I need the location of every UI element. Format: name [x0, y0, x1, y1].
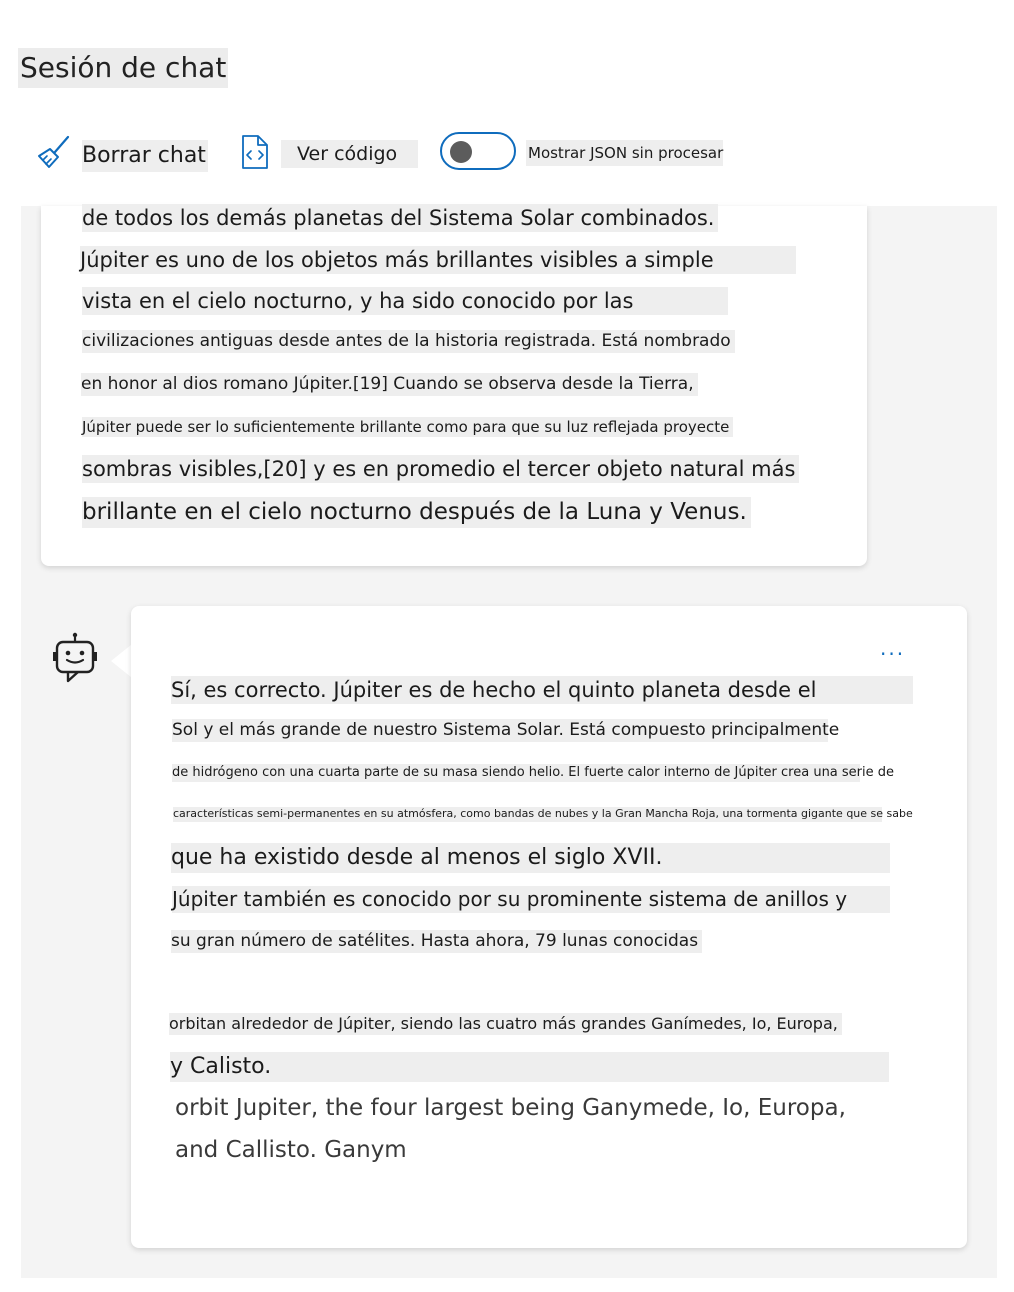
show-raw-json-toggle[interactable]: [440, 132, 516, 170]
message-line: Júpiter es uno de los objetos más brilla…: [80, 246, 796, 275]
message-line: Sol y el más grande de nuestro Sistema S…: [172, 719, 840, 742]
message-line: su gran número de satélites. Hasta ahora…: [171, 930, 703, 953]
message-line: que ha existido desde al menos el siglo …: [171, 843, 890, 873]
broom-icon[interactable]: [36, 134, 72, 170]
code-file-icon[interactable]: [240, 134, 270, 170]
message-line: Júpiter puede ser lo suficientemente bri…: [82, 417, 734, 438]
message-line: Sí, es correcto. Júpiter es de hecho el …: [171, 676, 913, 705]
message-line: de todos los demás planetas del Sistema …: [82, 204, 719, 233]
bot-message-pointer: [111, 645, 131, 677]
clear-chat-button[interactable]: Borrar chat: [82, 140, 208, 172]
message-line: en honor al dios romano Júpiter.[19] Cua…: [81, 373, 698, 396]
message-line: y Calisto.: [170, 1052, 889, 1082]
overlay-text-line: and Callisto. Ganym: [175, 1137, 407, 1163]
page-title: Sesión de chat: [18, 48, 229, 88]
message-line: Júpiter también es conocido por su promi…: [172, 886, 890, 913]
overlay-text-line: orbit Jupiter, the four largest being Ga…: [175, 1095, 846, 1121]
message-line: vista en el cielo nocturno, y ha sido co…: [82, 287, 728, 316]
chat-session-page: Sesión de chat Borrar chat Ver código Mo…: [0, 0, 1014, 1292]
more-options-button[interactable]: ...: [880, 636, 905, 660]
show-raw-json-label: Mostrar JSON sin procesar: [526, 140, 724, 166]
bot-icon: [52, 632, 98, 684]
message-line: civilizaciones antiguas desde antes de l…: [82, 330, 735, 353]
view-code-button[interactable]: Ver código: [281, 140, 418, 168]
toggle-knob: [450, 141, 472, 163]
toolbar: Borrar chat Ver código Mostrar JSON sin …: [0, 128, 1014, 180]
message-line: orbitan alrededor de Júpiter, siendo las…: [169, 1013, 842, 1035]
message-line: brillante en el cielo nocturno después d…: [82, 497, 751, 529]
message-line: de hidrógeno con una cuarta parte de su …: [172, 764, 895, 782]
message-line: características semi-permanentes en su a…: [173, 807, 913, 822]
message-line: sombras visibles,[20] y es en promedio e…: [82, 455, 800, 484]
